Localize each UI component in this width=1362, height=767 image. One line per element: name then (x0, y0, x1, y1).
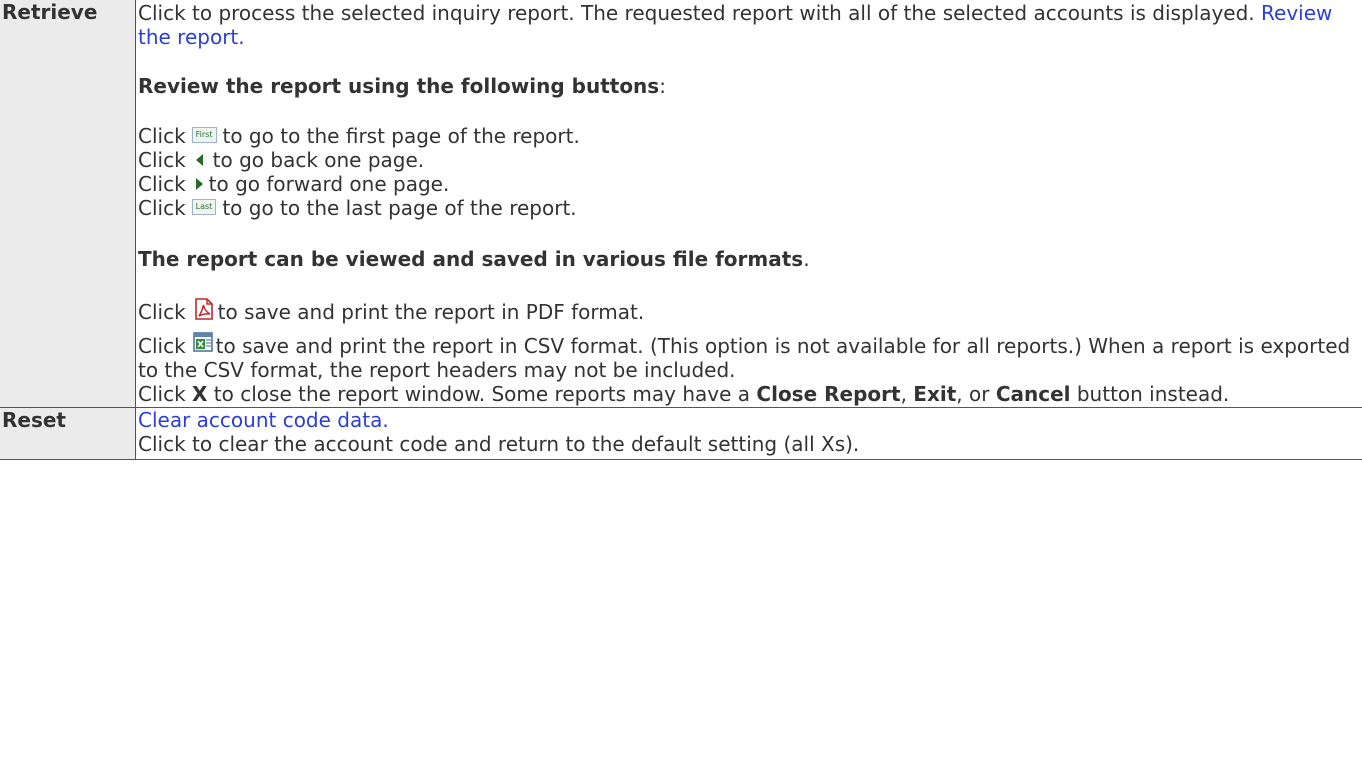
last-page-button-icon[interactable]: Last (191, 198, 217, 215)
close-text-1: to close the report window. Some reports… (213, 382, 751, 406)
nav-first-text: to go to the first page of the report. (222, 124, 580, 148)
close-text-2: button instead. (1076, 382, 1230, 406)
click-word: Click (138, 124, 186, 148)
click-word: Click (138, 148, 186, 172)
table-row-reset: Reset Clear account code data. Click to … (0, 407, 1362, 460)
reset-text: Click to clear the account code and retu… (138, 432, 860, 456)
review-heading-suffix: : (659, 74, 666, 98)
review-heading: Review the report using the following bu… (138, 74, 1362, 98)
csv-line: Click to save and print the report in CSV… (138, 331, 1362, 383)
nav-forward-text: to go forward one page. (208, 172, 450, 196)
retrieve-intro: Click to process the selected inquiry re… (138, 0, 1362, 49)
pdf-line: Click to save and print the report in PDF… (138, 297, 1362, 326)
definition-table: Retrieve Click to process the selected i… (0, 0, 1362, 460)
csv-excel-icon[interactable] (192, 331, 214, 353)
next-page-arrow-icon[interactable] (195, 177, 203, 190)
retrieve-intro-text: Click to process the selected inquiry re… (138, 1, 1255, 25)
formats-heading-text: The report can be viewed and saved in va… (138, 247, 804, 271)
close-report-label: Close Report (756, 382, 901, 406)
csv-text: to save and print the report in CSV form… (138, 333, 1351, 382)
nav-first-line: Click First to go to the first page of the… (138, 124, 1362, 148)
nav-forward-line: Click to go forward one page. (138, 172, 1362, 196)
nav-last-line: Click Last to go to the last page of the r… (138, 196, 1362, 220)
click-word: Click (138, 196, 186, 220)
formats-heading: The report can be viewed and saved in va… (138, 247, 1362, 271)
pdf-text: to save and print the report in PDF form… (217, 300, 645, 324)
previous-page-arrow-icon[interactable] (195, 153, 203, 166)
nav-last-text: to go to the last page of the report. (222, 196, 577, 220)
description-retrieve: Click to process the selected inquiry re… (135, 0, 1362, 408)
close-or: , or (956, 382, 990, 406)
description-reset: Clear account code data. Click to clear … (135, 407, 1362, 460)
close-comma: , (900, 382, 907, 406)
clear-account-link[interactable]: Clear account code data. (138, 408, 1362, 432)
pdf-icon[interactable] (192, 297, 216, 321)
nav-back-text: to go back one page. (212, 148, 425, 172)
click-word: Click (138, 382, 186, 406)
close-line: Click X to close the report window. Some… (138, 382, 1362, 407)
term-retrieve: Retrieve (0, 0, 136, 408)
first-page-button-icon[interactable]: First (191, 126, 217, 143)
table-row-retrieve: Retrieve Click to process the selected i… (0, 0, 1362, 408)
click-word: Click (138, 300, 186, 324)
formats-heading-suffix: . (803, 247, 810, 271)
exit-label: Exit (913, 382, 957, 406)
term-reset: Reset (0, 407, 136, 460)
click-word: Click (138, 333, 186, 358)
cancel-label: Cancel (995, 382, 1071, 406)
close-x-label: X (192, 382, 208, 406)
click-word: Click (138, 172, 186, 196)
review-heading-text: Review the report using the following bu… (138, 74, 660, 98)
nav-back-line: Click to go back one page. (138, 148, 1362, 172)
